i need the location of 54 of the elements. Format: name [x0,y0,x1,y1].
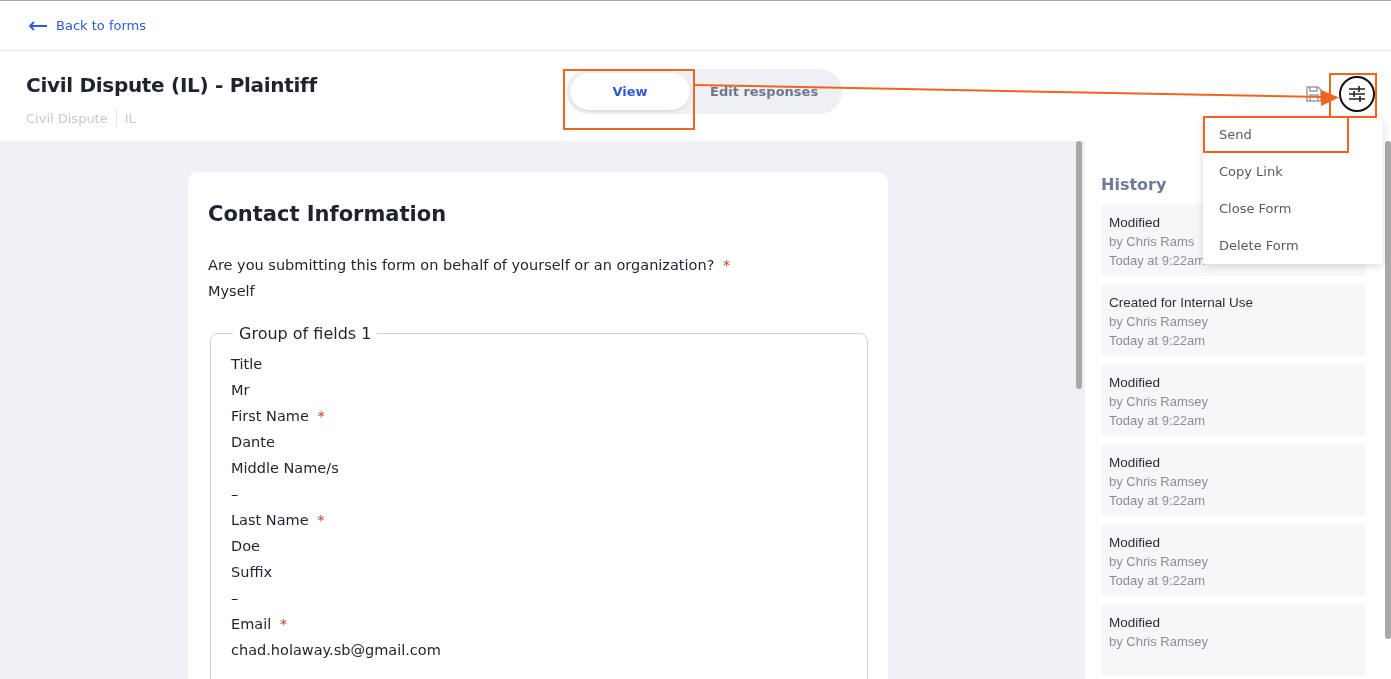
required-mark: * [317,408,325,424]
history-time: Today at 9:22am [1109,332,1206,350]
history-author: by Chris Ramsey [1109,313,1208,331]
history-time: Today at 9:22am [1109,412,1206,430]
field-value: – [231,485,240,504]
history-author: by Chris Ramsey [1109,393,1208,411]
form-title: Civil Dispute (IL) - Plaintiff [26,73,319,97]
left-arrow-icon [28,20,48,31]
history-action: Modified [1109,374,1161,392]
field-label: Middle Name/s [231,460,339,476]
back-link[interactable]: Back to forms [28,18,146,33]
answer-value: Myself [208,282,256,301]
tab[interactable]: Edit responses [690,73,839,110]
field-value: chad.holaway.sb@gmail.com [231,641,442,660]
history-author: by Chris Ramsey [1109,553,1208,571]
required-mark: * [279,616,288,632]
menu-item[interactable]: Send [1203,116,1349,153]
sliders-icon [1347,84,1367,104]
scrollbar[interactable] [1385,141,1391,639]
field-label: Suffix [231,564,272,580]
history-action: Modified [1109,534,1161,552]
settings-button[interactable] [1339,76,1375,112]
field-label: Title [231,356,263,372]
history-author: by Chris Ramsey [1109,633,1208,651]
category-tag: Civil Dispute [26,110,108,126]
history-time: Today at 9:22am [1109,572,1206,590]
annotation-box [1329,73,1377,118]
history-time: Today at 9:22am [1109,492,1206,510]
tab[interactable]: View [570,73,690,110]
history-author: by Chris Ramsey [1109,473,1208,491]
field-label: First Name [231,408,309,424]
category-tag: IL [124,110,136,126]
history-author: by Chris Rams [1109,233,1195,251]
field-value: Mr [231,381,251,400]
field-value: Doe [231,537,261,556]
history-action: Modified [1109,454,1161,472]
menu-item[interactable]: Close Form [1203,190,1383,227]
menu-item[interactable]: Delete Form [1203,227,1383,264]
save-icon[interactable] [1305,85,1323,103]
field-label: Last Name [231,512,309,528]
history-title: History [1101,175,1167,194]
scrollbar[interactable] [1076,141,1082,389]
field-label: Email [231,616,272,632]
question-label: Are you submitting this form on behalf of yourself or an organization? [208,257,715,273]
history-action: Created for Internal Use [1109,294,1254,312]
menu-item[interactable]: Copy Link [1203,153,1383,190]
required-mark: * [722,257,731,273]
history-action: Modified [1109,214,1161,232]
field-value: Dante [231,433,276,452]
group-legend: Group of fields 1 [233,324,378,343]
field-value: – [231,589,240,608]
section-title: Contact Information [208,202,448,226]
history-action: Modified [1109,614,1161,632]
required-mark: * [317,512,325,528]
